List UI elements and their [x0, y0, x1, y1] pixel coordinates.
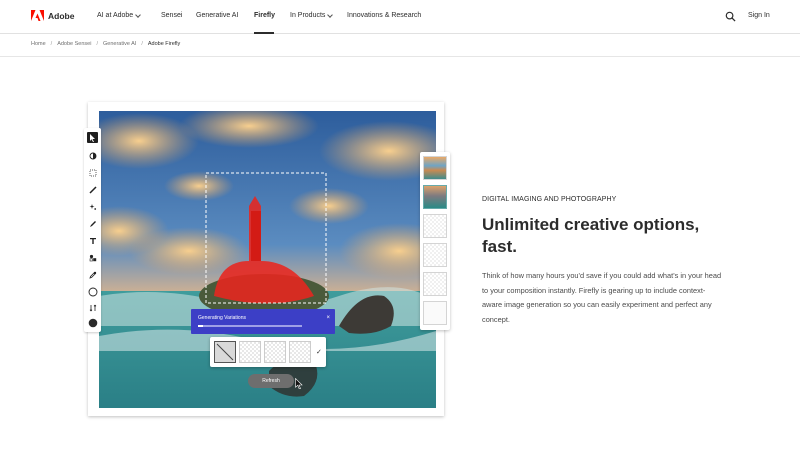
background-color-swatch[interactable] — [87, 317, 98, 328]
breadcrumb-adobe-sensei[interactable]: Adobe Sensei — [57, 41, 91, 47]
thumbnail-variation-1[interactable] — [423, 156, 447, 180]
nav-sensei[interactable]: Sensei — [161, 12, 182, 19]
breadcrumb-generative-ai[interactable]: Generative AI — [103, 41, 136, 47]
nav-label: Firefly — [254, 12, 276, 19]
eyedropper-icon — [88, 271, 96, 279]
contrast-tool[interactable] — [87, 150, 98, 161]
search-icon[interactable] — [725, 11, 736, 22]
nav-label: In Products — [290, 12, 326, 19]
breadcrumb-home[interactable]: Home — [31, 41, 46, 47]
circle-filled-icon — [88, 318, 97, 327]
active-nav-indicator — [254, 32, 274, 34]
text-icon — [89, 237, 96, 244]
breadcrumb-current: Adobe Firefly — [147, 41, 181, 47]
sparkle-icon — [89, 203, 96, 210]
thumbnail-variation-2[interactable] — [423, 185, 447, 209]
nav-label: Sensei — [161, 12, 183, 19]
shapes-tool[interactable] — [87, 252, 98, 263]
breadcrumb-separator: / — [141, 41, 143, 47]
nav-label: AI at Adobe — [97, 12, 134, 19]
breadcrumb-divider — [0, 56, 800, 57]
adobe-logo-icon — [31, 10, 44, 21]
text-tool[interactable] — [87, 235, 98, 246]
nav-firefly[interactable]: Firefly — [254, 12, 275, 19]
nav-generative-ai[interactable]: Generative AI — [196, 12, 238, 19]
refresh-button[interactable]: Refresh — [248, 374, 294, 388]
contrast-icon — [89, 152, 96, 159]
sign-in-link[interactable]: Sign In — [748, 12, 770, 19]
nav-label: Innovations & Research — [347, 12, 422, 19]
global-nav: Adobe AI at Adobe Sensei Generative AI F… — [0, 0, 800, 34]
breadcrumb-separator: / — [96, 41, 98, 47]
nav-ai-at-adobe[interactable]: AI at Adobe — [97, 11, 142, 19]
nav-in-products[interactable]: In Products — [290, 11, 334, 19]
adobe-logo[interactable]: Adobe — [31, 10, 74, 21]
variation-picker: ✓ — [210, 337, 326, 367]
thumbnail-empty[interactable] — [423, 243, 447, 267]
variation-option[interactable] — [264, 341, 286, 363]
check-icon[interactable]: ✓ — [316, 348, 322, 356]
swap-colors-tool[interactable] — [87, 302, 98, 313]
breadcrumb: Home / Adobe Sensei / Generative AI / Ad… — [31, 41, 180, 47]
breadcrumb-separator: / — [50, 41, 53, 47]
select-tool[interactable] — [87, 132, 98, 143]
variation-option[interactable] — [289, 341, 311, 363]
marquee-icon — [89, 169, 96, 176]
brush-icon — [88, 185, 97, 194]
generating-variations-panel: Generating Variations × — [191, 309, 335, 334]
thumbnail-empty[interactable] — [423, 301, 447, 325]
foreground-color-swatch[interactable] — [87, 286, 98, 297]
progress-track — [198, 325, 302, 327]
circle-outline-icon — [88, 287, 97, 296]
section-body: Think of how many hours you'd save if yo… — [482, 271, 722, 324]
section-headline: Unlimited creative options, fast. — [482, 215, 700, 256]
tool-palette — [84, 128, 101, 332]
generating-label: Generating Variations — [198, 315, 246, 321]
shapes-icon — [89, 254, 96, 261]
close-icon[interactable]: × — [326, 315, 330, 321]
none-slash-icon — [216, 343, 234, 361]
thumbnail-empty[interactable] — [423, 272, 447, 296]
pen-icon — [89, 220, 96, 227]
pen-tool[interactable] — [87, 218, 98, 229]
marquee-tool[interactable] — [87, 167, 98, 178]
thumbnail-empty[interactable] — [423, 214, 447, 238]
section-eyebrow: DIGITAL IMAGING AND PHOTOGRAPHY — [482, 196, 617, 203]
variation-option-selected[interactable] — [214, 341, 236, 363]
variation-option[interactable] — [239, 341, 261, 363]
mouse-cursor-icon — [295, 378, 303, 389]
logo-text: Adobe — [48, 10, 75, 21]
nav-label: Generative AI — [196, 12, 239, 19]
progress-fill — [198, 325, 204, 327]
swap-icon — [89, 304, 96, 311]
chevron-down-icon — [327, 11, 334, 18]
pointer-icon — [90, 133, 95, 142]
generate-tool[interactable] — [87, 201, 98, 212]
eyedropper-tool[interactable] — [87, 269, 98, 280]
variations-thumbnail-strip — [420, 152, 450, 330]
brush-tool[interactable] — [87, 184, 98, 195]
chevron-down-icon — [135, 11, 142, 18]
nav-innovations-research[interactable]: Innovations & Research — [347, 12, 421, 19]
